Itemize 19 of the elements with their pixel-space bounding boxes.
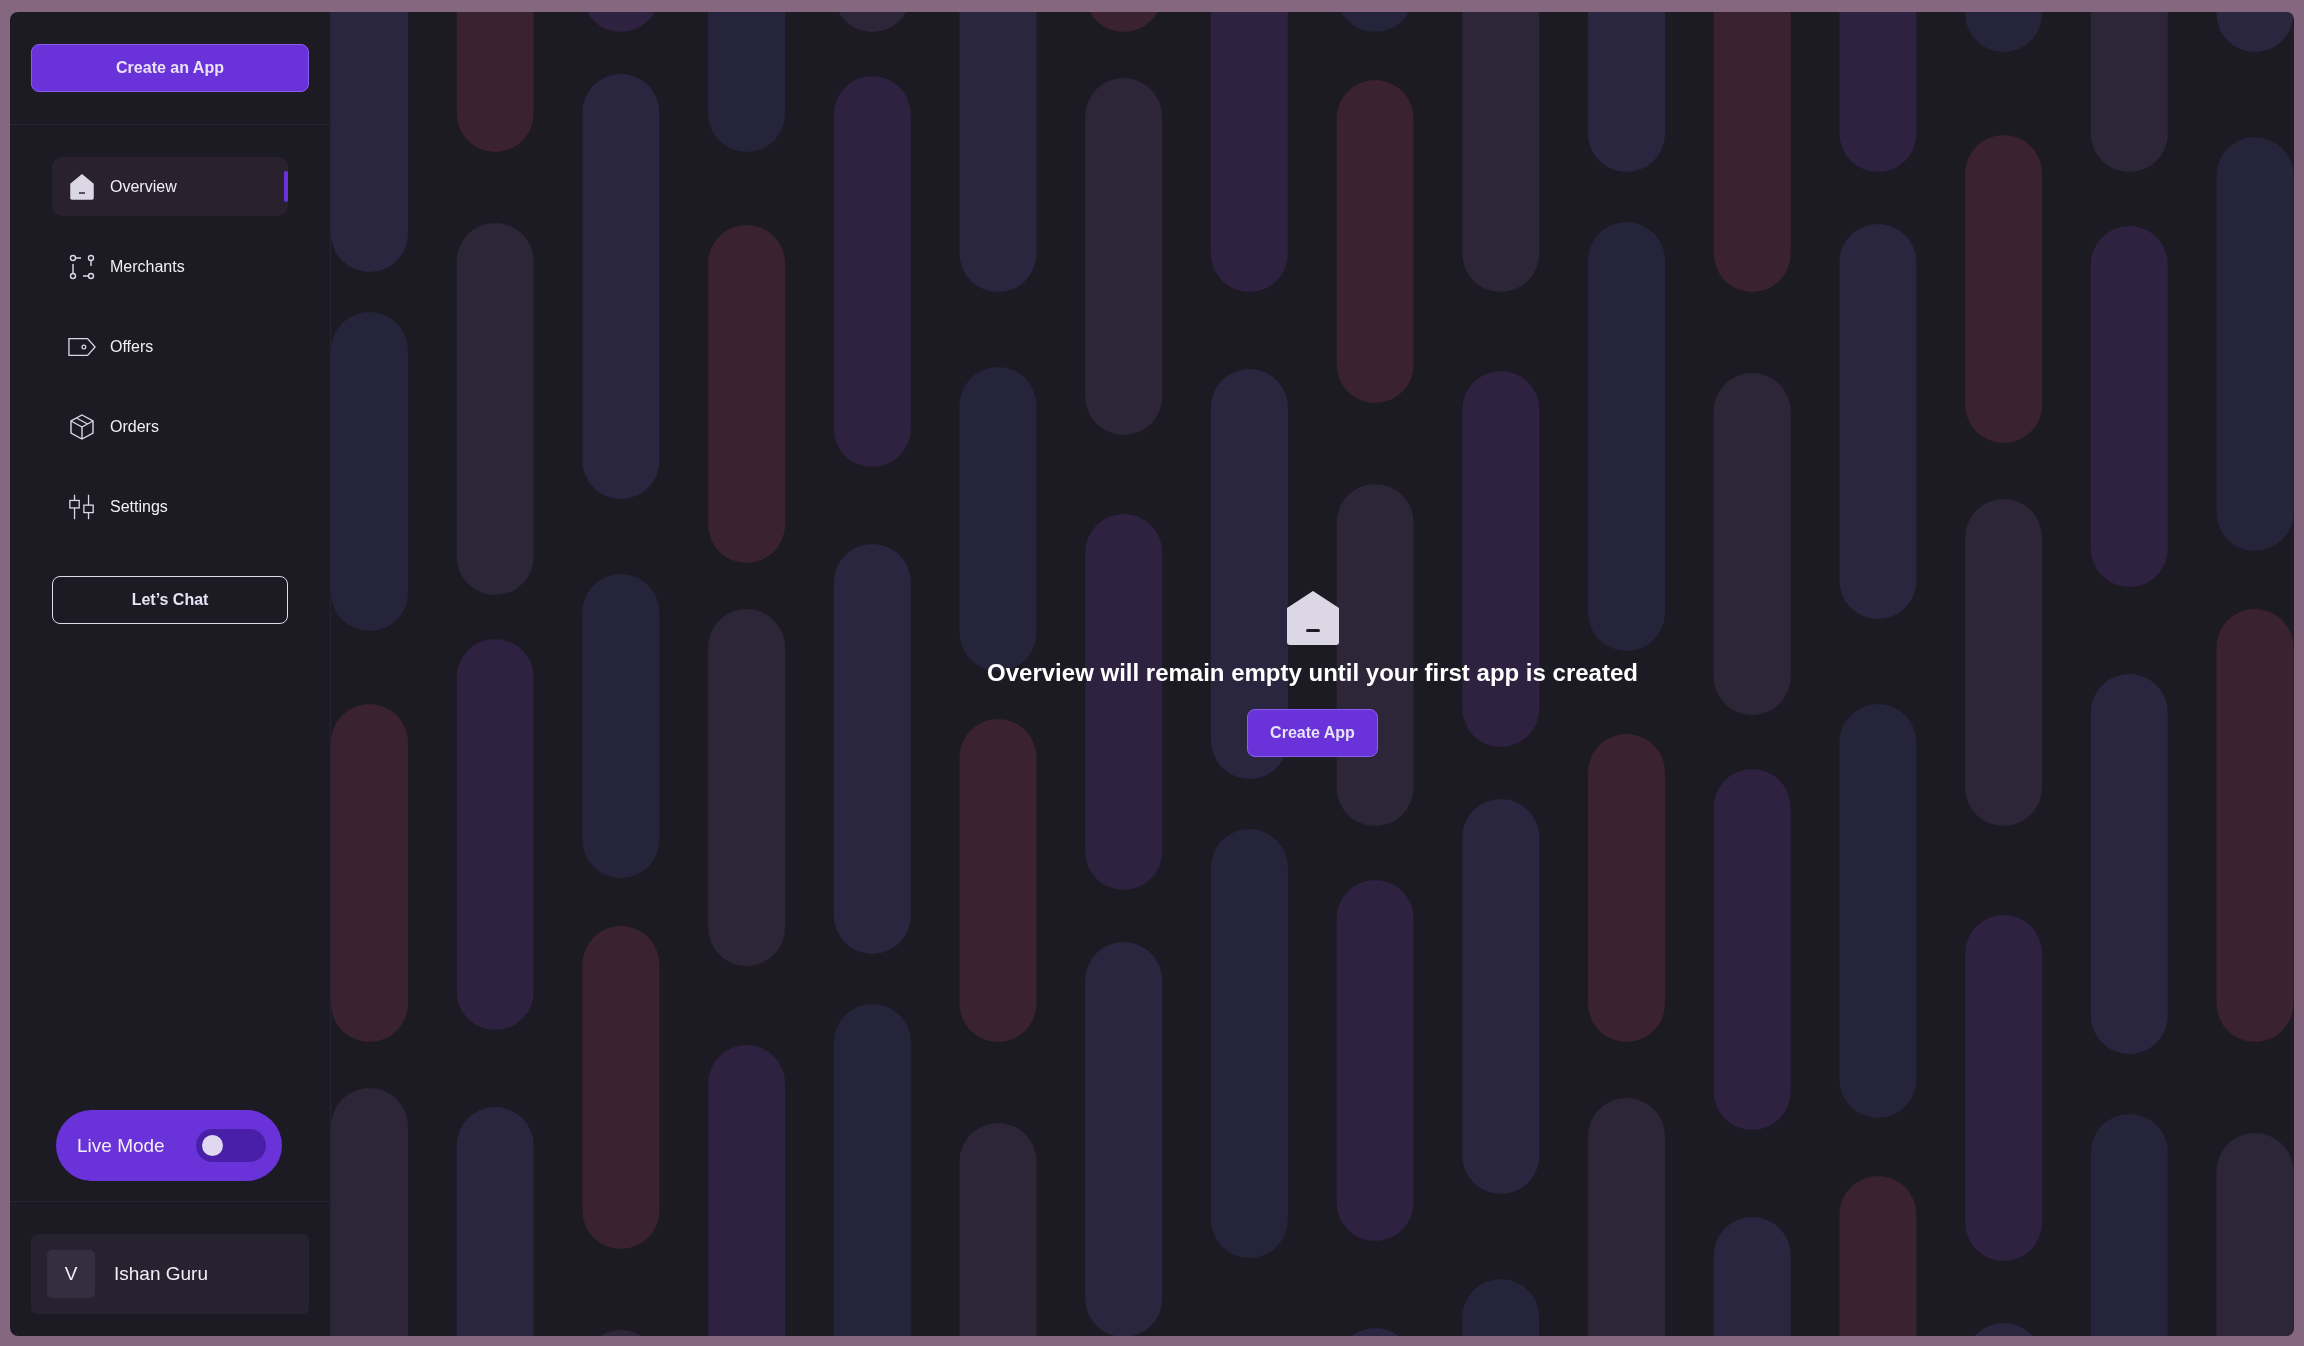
box-icon	[68, 412, 96, 441]
create-app-button[interactable]: Create App	[1247, 709, 1378, 757]
create-app-button[interactable]: Create an App	[31, 44, 309, 92]
house-icon	[68, 172, 96, 201]
sidebar-item[interactable]: Merchants	[52, 237, 288, 296]
empty-state-message: Overview will remain empty until your first app is created	[987, 659, 1638, 687]
live-mode-toggle[interactable]	[196, 1129, 266, 1162]
sidebar-item[interactable]: Overview	[52, 157, 288, 216]
sidebar-item[interactable]: Offers	[52, 317, 288, 376]
nodes-icon	[68, 252, 96, 281]
sliders-icon	[68, 492, 96, 521]
sidebar-item[interactable]: Orders	[52, 397, 288, 456]
user-card[interactable]: V Ishan Guru	[31, 1234, 309, 1314]
sidebar-item[interactable]: Settings	[52, 477, 288, 536]
user-avatar: V	[47, 1250, 95, 1298]
user-name: Ishan Guru	[114, 1263, 208, 1285]
live-mode-label: Live Mode	[77, 1134, 165, 1157]
house-icon	[1286, 591, 1339, 645]
chat-button[interactable]: Let’s Chat	[52, 576, 288, 624]
